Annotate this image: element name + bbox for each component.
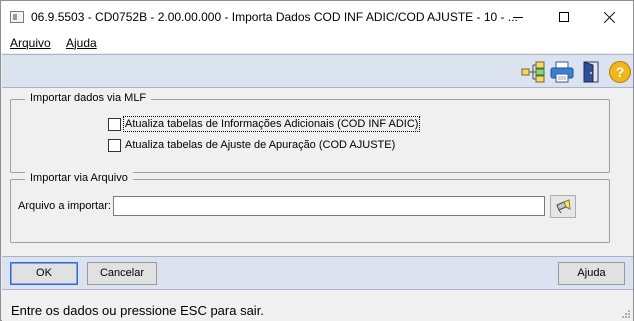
menu-bar: Arquivo Ajuda [1,33,633,53]
checkbox-inf-adic-label[interactable]: Atualiza tabelas de Informações Adiciona… [122,116,421,132]
help-button[interactable]: Ajuda [558,262,625,285]
close-icon [604,11,616,23]
file-field-label: Arquivo a importar: [18,200,111,212]
app-icon[interactable] [10,11,24,23]
tree-structure-icon[interactable] [521,60,545,84]
svg-text:?: ? [616,64,625,80]
maximize-button[interactable] [541,1,587,33]
flashlight-icon [556,198,571,213]
minimize-button[interactable] [495,1,541,33]
checkbox-inf-adic[interactable]: Atualiza tabelas de Informações Adiciona… [108,116,421,132]
cancel-button[interactable]: Cancelar [87,262,157,285]
file-group-legend: Importar via Arquivo [25,172,133,184]
title-bar[interactable]: 06.9.5503 - CD0752B - 2.00.00.000 - Impo… [1,1,633,33]
menu-arquivo[interactable]: Arquivo [10,36,51,50]
file-import-group: Importar via Arquivo Arquivo a importar: [10,172,610,243]
main-window: 06.9.5503 - CD0752B - 2.00.00.000 - Impo… [0,0,634,321]
status-bar: Entre os dados ou pressione ESC para sai… [2,291,633,321]
resize-grip-icon[interactable] [621,309,631,319]
toolbar: ? [2,54,633,88]
button-bar: OK Cancelar Ajuda [2,256,633,290]
browse-file-button[interactable] [550,195,576,218]
checkbox-cod-ajuste-box[interactable] [108,138,121,152]
printer-icon[interactable] [550,60,574,84]
window-title: 06.9.5503 - CD0752B - 2.00.00.000 - Impo… [31,10,518,24]
close-button[interactable] [587,1,633,33]
status-message: Entre os dados ou pressione ESC para sai… [11,303,264,318]
minimize-icon [513,16,523,18]
exit-door-icon[interactable] [580,60,604,84]
file-path-input[interactable] [113,196,545,216]
menu-ajuda[interactable]: Ajuda [66,36,97,50]
maximize-icon [559,12,569,22]
mlf-import-group: Importar dados via MLF Atualiza tabelas … [10,92,610,173]
ok-button[interactable]: OK [10,262,78,285]
form-area: Importar dados via MLF Atualiza tabelas … [2,89,633,256]
checkbox-cod-ajuste-label[interactable]: Atualiza tabelas de Ajuste de Apuração (… [124,138,396,152]
checkbox-cod-ajuste[interactable]: Atualiza tabelas de Ajuste de Apuração (… [108,137,396,153]
checkbox-inf-adic-box[interactable] [108,117,121,131]
help-icon[interactable]: ? [608,60,632,84]
mlf-group-legend: Importar dados via MLF [25,92,152,104]
